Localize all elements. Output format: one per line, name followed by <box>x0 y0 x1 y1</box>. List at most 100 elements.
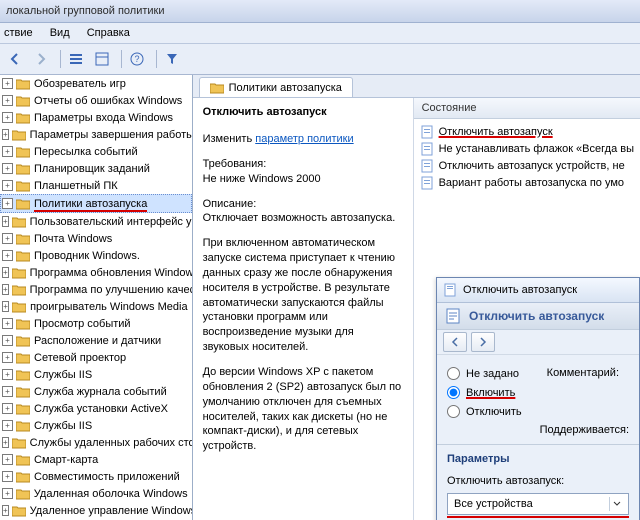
prev-setting-button[interactable] <box>443 332 467 352</box>
expand-icon[interactable]: + <box>2 267 9 278</box>
expand-icon[interactable]: + <box>2 471 13 482</box>
edit-policy-link[interactable]: параметр политики <box>255 133 353 145</box>
filter-button[interactable] <box>161 48 183 70</box>
tree-item[interactable]: +Удаленное управление Windows <box>0 502 192 519</box>
list-button[interactable] <box>65 48 87 70</box>
tree-label: Почта Windows <box>34 233 112 245</box>
tree-item[interactable]: + Смарт-карта <box>0 451 192 468</box>
expand-icon[interactable]: + <box>2 318 13 329</box>
expand-icon[interactable]: + <box>2 250 13 261</box>
tree-item[interactable]: + Отчеты об ошибках Windows <box>0 92 192 109</box>
tree-item[interactable]: + Пересылка событий <box>0 143 192 160</box>
tree-item[interactable]: + Политики автозапуска <box>0 194 192 213</box>
description-block3: До версии Windows XP с пакетом обновлени… <box>203 365 403 454</box>
folder-icon <box>16 454 30 466</box>
tree-item[interactable]: +Просмотр событий <box>0 315 192 332</box>
expand-icon[interactable]: + <box>2 198 13 209</box>
policy-icon <box>420 159 434 173</box>
expand-icon[interactable]: + <box>2 129 9 140</box>
content-pane: Политики автозапуска Отключить автозапус… <box>193 75 640 520</box>
expand-icon[interactable]: + <box>2 437 9 448</box>
setting-label: Отключить автозапуск устройств, не <box>439 160 625 172</box>
tree-pane[interactable]: +Обозреватель игр+Отчеты об ошибках Wind… <box>0 75 193 520</box>
tree-item[interactable]: +Службы удаленных рабочих столов <box>0 434 192 451</box>
folder-icon <box>210 82 224 94</box>
menu-action[interactable]: ствие <box>4 27 33 39</box>
tree-label: Политики автозапуска <box>34 198 147 210</box>
expand-icon[interactable]: + <box>2 78 13 89</box>
expand-icon[interactable]: + <box>2 112 13 123</box>
tree-item[interactable]: +Проводник Windows. <box>0 247 192 264</box>
expand-icon[interactable]: + <box>2 95 13 106</box>
tab-current[interactable]: Политики автозапуска <box>199 77 353 97</box>
expand-icon[interactable]: + <box>2 163 13 174</box>
expand-icon[interactable]: + <box>2 369 13 380</box>
window-title: локальной групповой политики <box>0 0 640 23</box>
radio-disabled[interactable]: Отключить <box>447 405 629 418</box>
tree-label: Отчеты об ошибках Windows <box>34 95 182 107</box>
tree-item[interactable]: +Планшетный ПК <box>0 177 192 194</box>
tree-item[interactable]: +проигрыватель Windows Media <box>0 298 192 315</box>
expand-icon[interactable]: + <box>2 420 13 431</box>
tree-item[interactable]: +Службы IIS <box>0 417 192 434</box>
tree-item[interactable]: +Служба установки ActiveX <box>0 400 192 417</box>
tree-item[interactable]: +Параметры входа Windows <box>0 109 192 126</box>
expand-icon[interactable]: + <box>2 403 13 414</box>
expand-icon[interactable]: + <box>2 216 9 227</box>
expand-icon[interactable]: + <box>2 335 13 346</box>
folder-icon <box>12 129 26 141</box>
help-button[interactable]: ? <box>126 48 148 70</box>
tree-item[interactable]: + Программа обновления Windows Ar <box>0 264 192 281</box>
expand-icon[interactable]: + <box>2 488 13 499</box>
tree-item[interactable]: +Службы IIS <box>0 366 192 383</box>
edit-link-row: Изменить параметр политики <box>203 132 403 147</box>
tree-label: Совместимость приложений <box>34 471 180 483</box>
folder-icon <box>16 335 30 347</box>
devices-combo[interactable]: Все устройства <box>447 493 629 515</box>
expand-icon[interactable]: + <box>2 180 13 191</box>
expand-icon[interactable]: + <box>2 284 9 295</box>
radio-enabled[interactable]: Включить <box>447 386 629 399</box>
menu-help[interactable]: Справка <box>87 27 130 39</box>
setting-row[interactable]: Отключить автозапуск <box>420 123 634 140</box>
tree-item[interactable]: +Удаленная оболочка Windows <box>0 485 192 502</box>
expand-icon[interactable]: + <box>2 146 13 157</box>
folder-icon <box>16 318 30 330</box>
folder-icon <box>16 352 30 364</box>
setting-row[interactable]: Вариант работы автозапуска по умо <box>420 174 634 191</box>
expand-icon[interactable]: + <box>2 386 13 397</box>
tree-item[interactable]: + Почта Windows <box>0 230 192 247</box>
policy-icon <box>420 176 434 190</box>
expand-icon[interactable]: + <box>2 352 13 363</box>
expand-icon[interactable]: + <box>2 505 9 516</box>
column-header-state[interactable]: Состояние <box>414 98 640 119</box>
expand-icon[interactable]: + <box>2 301 9 312</box>
setting-row[interactable]: Отключить автозапуск устройств, не <box>420 157 634 174</box>
dialog-body: Комментарий: Не задано Включить Отключит… <box>437 355 639 520</box>
tree-label: Программа обновления Windows Ar <box>30 267 193 279</box>
tree-item[interactable]: +Программа по улучшению качества <box>0 281 192 298</box>
back-button[interactable] <box>4 48 26 70</box>
tree-item[interactable]: +Параметры завершения работы <box>0 126 192 143</box>
tree-item[interactable]: +Служба журнала событий <box>0 383 192 400</box>
expand-icon[interactable]: + <box>2 233 13 244</box>
forward-button[interactable] <box>30 48 52 70</box>
tree-item[interactable]: +Пользовательский интерфейс учетн <box>0 213 192 230</box>
dialog-strip: Отключить автозапуск <box>437 303 639 330</box>
expand-icon[interactable]: + <box>2 454 13 465</box>
combo-label: Отключить автозапуск: <box>447 475 629 487</box>
details-button[interactable] <box>91 48 113 70</box>
tree-label: Смарт-карта <box>34 454 98 466</box>
dialog-nav <box>437 330 639 355</box>
folder-icon <box>16 403 30 415</box>
setting-row[interactable]: Не устанавливать флажок «Всегда вы <box>420 140 634 157</box>
setting-label: Отключить автозапуск <box>439 126 553 138</box>
menu-view[interactable]: Вид <box>50 27 70 39</box>
tree-item[interactable]: +Обозреватель игр <box>0 75 192 92</box>
next-setting-button[interactable] <box>471 332 495 352</box>
tree-item[interactable]: + Совместимость приложений <box>0 468 192 485</box>
tree-label: Пересылка событий <box>34 146 138 158</box>
tree-item[interactable]: +Сетевой проектор <box>0 349 192 366</box>
tree-item[interactable]: +Планировщик заданий <box>0 160 192 177</box>
tree-item[interactable]: +Расположение и датчики <box>0 332 192 349</box>
